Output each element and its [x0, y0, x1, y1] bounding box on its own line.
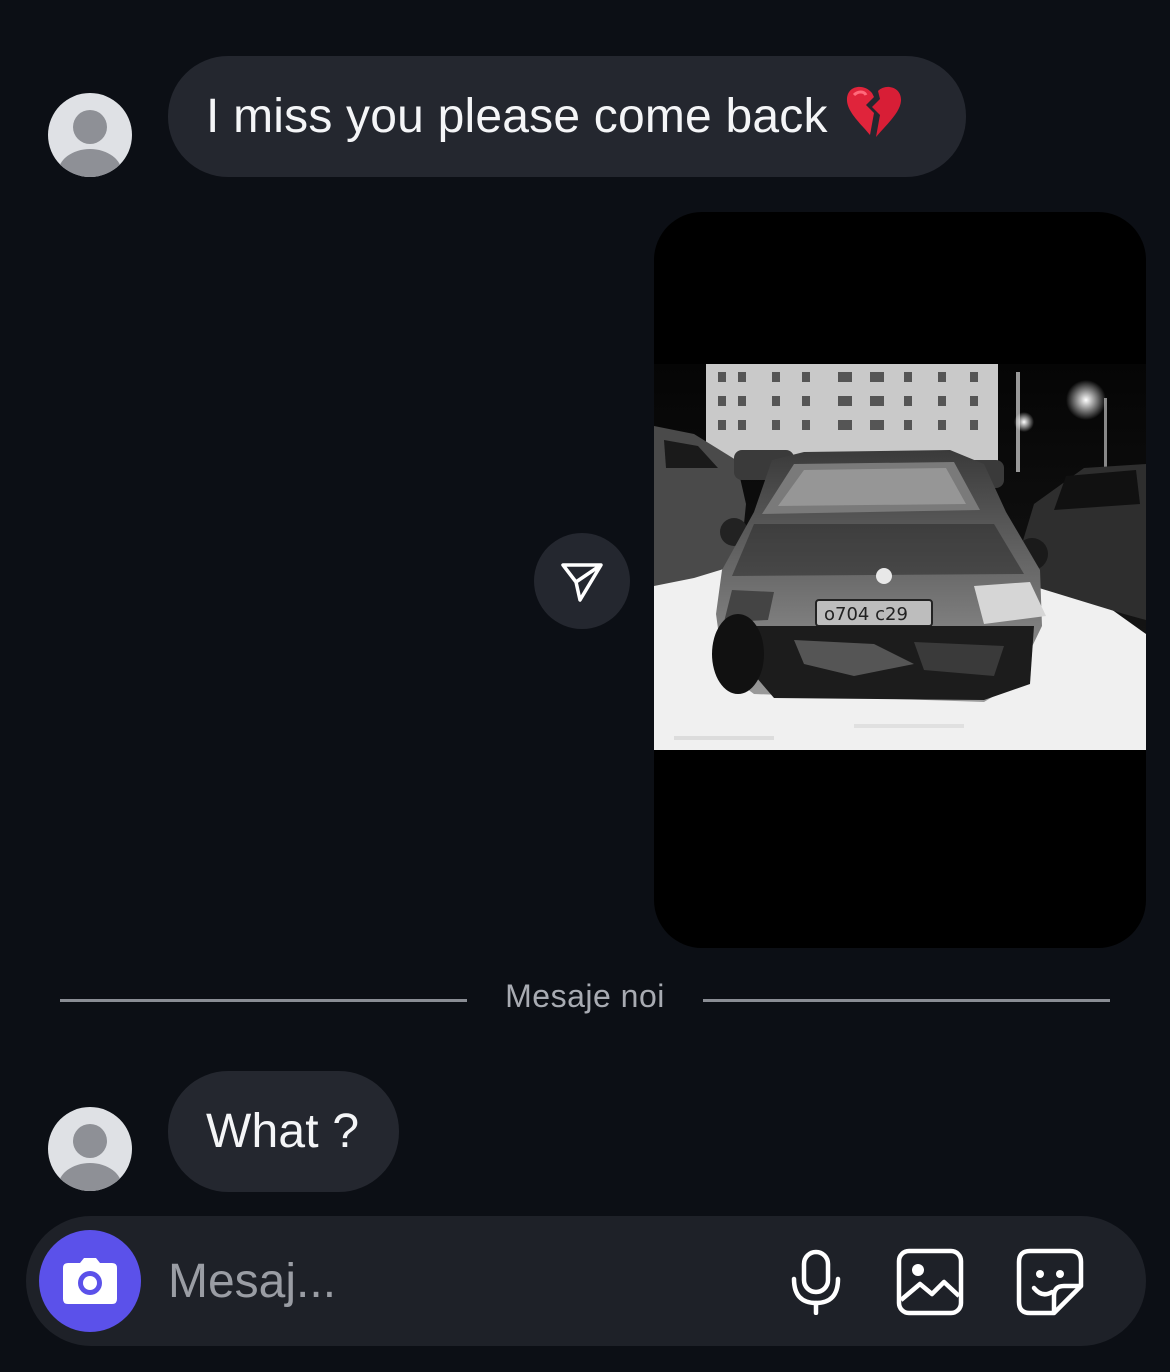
broken-heart-emoji	[844, 83, 904, 151]
microphone-icon	[791, 1249, 841, 1315]
new-messages-divider: Mesaje noi	[505, 978, 665, 1014]
share-button[interactable]	[534, 533, 630, 629]
send-icon	[561, 563, 603, 602]
svg-text:о704 с29: о704 с29	[824, 604, 908, 625]
divider-line-left	[60, 999, 467, 1002]
default-avatar-icon	[58, 110, 122, 177]
message-composer	[26, 1216, 1146, 1346]
sender-avatar[interactable]	[48, 93, 132, 177]
camera-icon	[63, 1258, 117, 1304]
image-icon	[896, 1248, 964, 1316]
chat-screen: I miss you please come back о704 с29 Mes…	[0, 0, 1170, 1372]
message-bubble[interactable]: I miss you please come back	[168, 56, 966, 177]
voice-message-button[interactable]	[780, 1246, 852, 1318]
message-text: What ?	[206, 1105, 360, 1158]
sender-avatar[interactable]	[48, 1107, 132, 1191]
message-bubble[interactable]: What ?	[168, 1071, 399, 1192]
default-avatar-icon	[58, 1124, 122, 1191]
media-message[interactable]: о704 с29	[654, 212, 1146, 948]
message-input[interactable]	[168, 1246, 728, 1316]
shared-photo[interactable]: о704 с29	[654, 364, 1146, 750]
sticker-button[interactable]	[1014, 1246, 1086, 1318]
sticker-icon	[1016, 1248, 1084, 1316]
gallery-button[interactable]	[894, 1246, 966, 1318]
camera-button[interactable]	[39, 1230, 141, 1332]
divider-line-right	[703, 999, 1110, 1002]
car-photo-image: о704 с29	[654, 364, 1146, 750]
message-text: I miss you please come back	[206, 90, 828, 143]
